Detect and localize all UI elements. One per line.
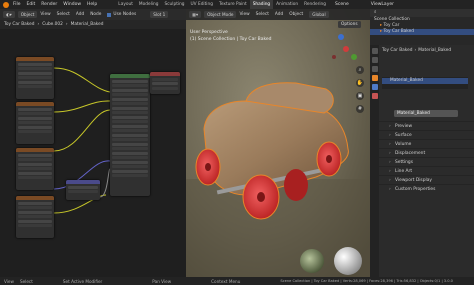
output-tab-icon[interactable] <box>371 57 378 63</box>
status-view[interactable]: View <box>4 279 14 284</box>
menu-file[interactable]: File <box>13 2 21 7</box>
menu-edit[interactable]: Edit <box>27 2 36 7</box>
viewport-menu-view[interactable]: View <box>239 12 249 17</box>
normal-map-node[interactable] <box>66 180 100 200</box>
use-nodes-label: Use Nodes <box>113 12 137 17</box>
node-menu-select[interactable]: Select <box>57 12 70 17</box>
top-menu-bar: File Edit Render Window Help Layout Mode… <box>0 0 474 9</box>
properties-breadcrumb: Toy Car Baked › Material_Baked <box>382 47 451 54</box>
outliner-search-icon[interactable]: ⌕ <box>374 9 376 17</box>
breadcrumb-object[interactable]: Toy Car Baked <box>4 22 35 27</box>
tab-sculpting[interactable]: Sculpting <box>161 0 187 9</box>
breadcrumb-material[interactable]: Material_Baked <box>71 22 104 27</box>
node-breadcrumb: Toy Car Baked › Cube.002 › Material_Bake… <box>0 20 186 29</box>
section-displacement[interactable]: Displacement <box>379 148 474 158</box>
outliner[interactable]: ⌕ Scene Collection ▸ Toy Car ▸ Toy Car B… <box>370 9 474 45</box>
principled-bsdf-node[interactable] <box>110 74 150 196</box>
object-tab-icon[interactable] <box>371 75 378 81</box>
tab-rendering[interactable]: Rendering <box>301 0 329 9</box>
use-nodes-checkbox[interactable] <box>107 12 112 17</box>
tab-texture-paint[interactable]: Texture Paint <box>216 0 250 9</box>
status-hint-active-modifier: Set Active Modifier <box>62 278 103 284</box>
tab-uv-editing[interactable]: UV Editing <box>188 0 216 9</box>
scene-selector[interactable]: Scene <box>335 2 349 7</box>
node-editor-header: ◐▾ Object View Select Add Node Use Nodes… <box>0 9 186 20</box>
breadcrumb-separator-icon: › <box>37 22 40 27</box>
blender-logo-icon[interactable] <box>3 1 9 8</box>
render-tab-icon[interactable] <box>371 48 378 54</box>
section-line-art[interactable]: Line Art <box>379 166 474 176</box>
outliner-header: ⌕ <box>370 9 474 17</box>
3d-viewport[interactable]: User Perspective (1) Scene Collection | … <box>186 9 370 277</box>
node-menu-node[interactable]: Node <box>90 12 101 17</box>
properties-editor[interactable]: Toy Car Baked › Material_Baked Material_… <box>370 45 474 277</box>
object-type-select[interactable]: Object <box>17 11 38 18</box>
object-mode-select[interactable]: Object Mode <box>204 11 237 18</box>
section-viewport-display[interactable]: Viewport Display <box>379 175 474 185</box>
viewport-scene <box>186 9 370 277</box>
menu-render[interactable]: Render <box>41 2 57 7</box>
viewport-menu-add[interactable]: Add <box>275 12 283 17</box>
viewport-editor-type-icon[interactable]: ▦▾ <box>189 11 202 18</box>
breadcrumb-object: Toy Car Baked <box>382 48 413 53</box>
status-hint-pan: Pan View <box>152 278 172 284</box>
breadcrumb-mesh[interactable]: Cube.002 <box>42 22 63 27</box>
image-texture-node[interactable] <box>16 148 54 190</box>
section-settings[interactable]: Settings <box>379 157 474 167</box>
view-layer-selector[interactable]: ViewLayer <box>371 2 394 7</box>
tab-modeling[interactable]: Modeling <box>136 0 162 9</box>
slot-select[interactable]: Slot 1 <box>150 11 169 18</box>
status-select[interactable]: Select <box>20 279 33 284</box>
material-slot-list[interactable]: Material_Baked <box>382 77 468 89</box>
editor-type-icon[interactable]: ◐▾ <box>3 11 15 18</box>
properties-tab-column <box>370 45 379 277</box>
grid-icon[interactable]: # <box>356 105 364 113</box>
modifier-tab-icon[interactable] <box>371 84 378 90</box>
material-output-node[interactable] <box>150 72 180 94</box>
section-custom-properties[interactable]: Custom Properties <box>379 184 474 194</box>
status-stats: Scene Collection | Toy Car Baked | Verts… <box>280 279 453 283</box>
node-menu-add[interactable]: Add <box>76 12 84 17</box>
outliner-item-toy-car-baked[interactable]: ▸ Toy Car Baked <box>370 29 474 35</box>
image-texture-node[interactable] <box>16 102 54 144</box>
material-section-list: Preview Surface Volume Displacement Sett… <box>379 121 474 194</box>
viewport-perspective-label: User Perspective <box>190 30 228 35</box>
outliner-item-label: Toy Car Baked <box>383 29 415 34</box>
camera-icon[interactable]: ▣ <box>356 92 364 100</box>
pan-hand-icon[interactable]: ✋ <box>356 79 364 87</box>
node-menu-view[interactable]: View <box>40 12 50 17</box>
viewport-menu-select[interactable]: Select <box>256 12 269 17</box>
scene-tab-icon[interactable] <box>371 66 378 72</box>
section-volume[interactable]: Volume <box>379 139 474 149</box>
tab-shading[interactable]: Shading <box>249 0 274 9</box>
section-surface[interactable]: Surface <box>379 130 474 140</box>
zoom-icon[interactable]: ⌕ <box>356 66 364 74</box>
transform-orientation-select[interactable]: Global <box>309 11 329 18</box>
viewport-menu-object[interactable]: Object <box>289 12 303 17</box>
outliner-item-label: Toy Car <box>383 23 400 28</box>
viewport-options-button[interactable]: Options <box>338 21 361 28</box>
status-hint-context: Context Menu <box>211 278 241 284</box>
menu-help[interactable]: Help <box>87 2 97 7</box>
status-bar: View Select Set Active Modifier Pan View… <box>0 277 474 285</box>
menu-window[interactable]: Window <box>63 2 81 7</box>
image-texture-node[interactable] <box>16 57 54 99</box>
viewport-collection-label: (1) Scene Collection | Toy Car Baked <box>190 37 272 42</box>
breadcrumb-separator-icon: › <box>65 22 68 27</box>
section-preview[interactable]: Preview <box>379 121 474 131</box>
tab-animation[interactable]: Animation <box>273 0 301 9</box>
viewport-header: ▦▾ Object Mode View Select Add Object Gl… <box>186 9 370 20</box>
material-slot-item[interactable]: Material_Baked <box>382 78 468 84</box>
breadcrumb-separator-icon: › <box>414 48 417 53</box>
material-tab-icon[interactable] <box>371 93 378 99</box>
material-name-field[interactable]: Material_Baked <box>394 110 458 117</box>
breadcrumb-material: Material_Baked <box>418 48 452 53</box>
tab-layout[interactable]: Layout <box>115 0 136 9</box>
image-texture-node[interactable] <box>16 196 54 238</box>
